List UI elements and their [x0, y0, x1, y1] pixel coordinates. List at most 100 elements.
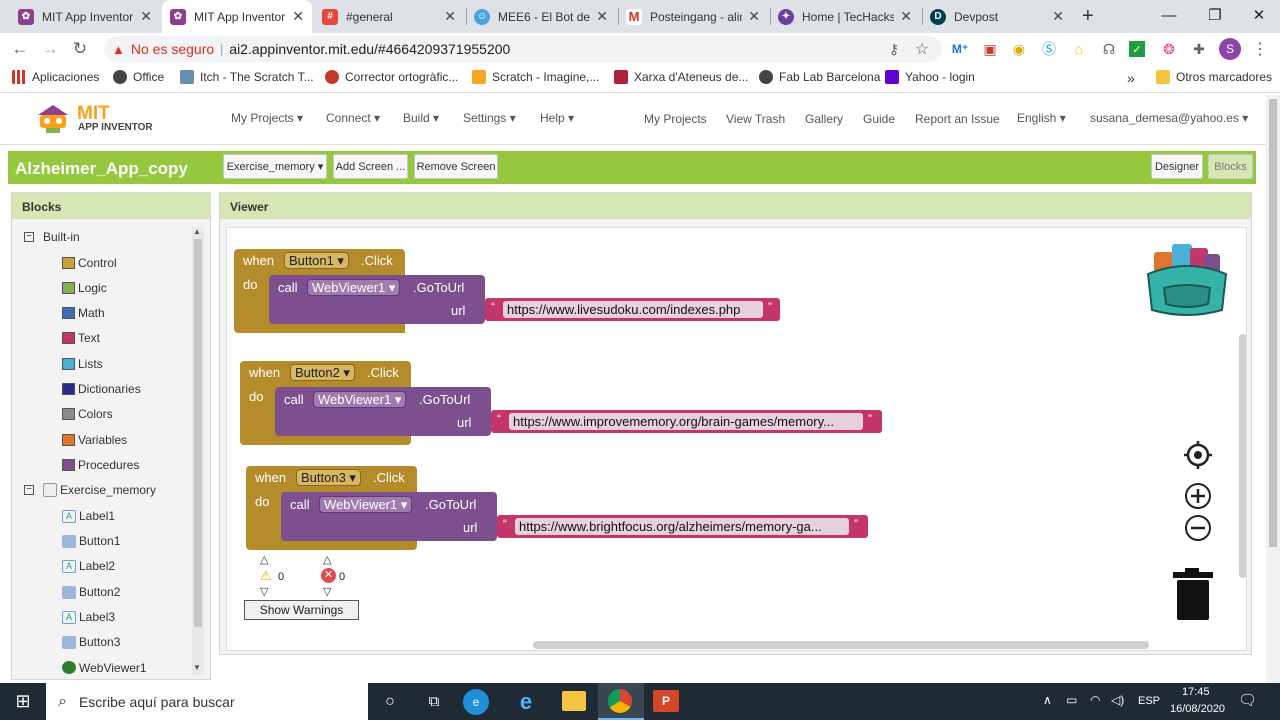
extension-icon[interactable]: ☊: [1099, 39, 1119, 59]
browser-tab[interactable]: # #general ✕: [314, 0, 464, 33]
more-bookmarks-chevron-icon[interactable]: »: [1127, 70, 1135, 86]
blocks-scrollbar[interactable]: ▲ ▼: [192, 227, 204, 675]
remove-screen-button[interactable]: Remove Screen: [414, 154, 498, 179]
drawer-lists[interactable]: Lists: [62, 357, 103, 371]
check-extension-icon[interactable]: ✓: [1129, 41, 1145, 57]
menu-build[interactable]: Build ▾: [403, 111, 439, 125]
forward-icon[interactable]: →: [40, 39, 60, 59]
component-webviewer1[interactable]: WebViewer1: [62, 661, 147, 675]
component-button1[interactable]: Button1: [62, 534, 120, 548]
bookmark-item[interactable]: Office: [113, 70, 164, 84]
scroll-up-icon[interactable]: ▲: [193, 227, 201, 236]
link-my-projects[interactable]: My Projects: [644, 112, 707, 126]
call-block-webviewer1-gotourl[interactable]: call WebViewer1 ▾ .GoToUrl url: [269, 275, 485, 324]
bookmark-item[interactable]: Corrector ortogràfic...: [325, 70, 458, 84]
link-gallery[interactable]: Gallery: [805, 112, 843, 126]
component-dropdown[interactable]: WebViewer1 ▾: [319, 496, 413, 513]
warnings-up-icon[interactable]: △: [260, 553, 268, 566]
close-tab-icon[interactable]: ✕: [900, 8, 912, 25]
drawer-colors[interactable]: Colors: [62, 407, 113, 421]
menu-connect[interactable]: Connect ▾: [326, 111, 380, 125]
bookmark-apps[interactable]: Aplicaciones: [12, 70, 99, 84]
text-string-block[interactable]: “ https://www.brightfocus.org/alzheimers…: [497, 515, 868, 538]
account-menu[interactable]: susana_demesa@yahoo.es ▾: [1090, 111, 1248, 125]
blocks-button[interactable]: Blocks: [1208, 154, 1253, 179]
security-label[interactable]: No es seguro: [131, 41, 214, 57]
extensions-puzzle-icon[interactable]: ✚: [1189, 39, 1209, 59]
component-dropdown[interactable]: WebViewer1 ▾: [307, 279, 401, 296]
language-select[interactable]: English ▾: [1017, 111, 1066, 125]
windows-start-icon[interactable]: ⊞: [0, 683, 46, 720]
collapse-icon[interactable]: −: [24, 485, 34, 495]
component-dropdown[interactable]: Button3 ▾: [296, 469, 361, 486]
drawer-variables[interactable]: Variables: [62, 433, 127, 447]
component-dropdown[interactable]: Button1 ▾: [284, 252, 349, 269]
browser-tab-active[interactable]: ✿ MIT App Inventor ✕: [162, 0, 312, 33]
browser-tab[interactable]: ✦ Home | TecHacks ✕: [770, 0, 920, 33]
drawer-math[interactable]: Math: [62, 306, 105, 320]
clock-time[interactable]: 17:45: [1182, 686, 1210, 698]
close-tab-icon[interactable]: ✕: [292, 8, 304, 25]
link-report-issue[interactable]: Report an Issue: [915, 112, 1000, 126]
blocks-workspace[interactable]: when Button1 ▾ .Click do call WebViewer1…: [226, 227, 1247, 651]
window-close-icon[interactable]: ✕: [1236, 0, 1280, 30]
url-text-field[interactable]: https://www.livesudoku.com/indexes.php: [503, 301, 763, 318]
bookmark-item[interactable]: Fab Lab Barcelona: [759, 70, 880, 84]
drawer-control[interactable]: Control: [62, 256, 117, 270]
component-label2[interactable]: A Label2: [62, 559, 115, 573]
close-tab-icon[interactable]: ✕: [444, 8, 456, 25]
link-guide[interactable]: Guide: [863, 112, 895, 126]
bookmark-item[interactable]: Xarxa d'Ateneus de...: [614, 70, 748, 84]
call-block-webviewer1-gotourl[interactable]: call WebViewer1 ▾ .GoToUrl url: [281, 492, 497, 541]
zoom-out-icon[interactable]: [1184, 514, 1212, 542]
component-button3[interactable]: Button3: [62, 635, 120, 649]
bookmark-item[interactable]: Scratch - Imagine,...: [472, 70, 599, 84]
cortana-icon[interactable]: ○: [372, 683, 408, 720]
menu-my-projects[interactable]: My Projects ▾: [231, 111, 303, 125]
menu-help[interactable]: Help ▾: [540, 111, 574, 125]
screen-select-dropdown[interactable]: Exercise_memory ▾: [223, 154, 327, 179]
battery-icon[interactable]: ▭: [1066, 693, 1077, 707]
close-tab-icon[interactable]: ✕: [1052, 8, 1064, 25]
workspace-horizontal-scrollbar[interactable]: [533, 641, 1149, 649]
component-dropdown[interactable]: WebViewer1 ▾: [313, 391, 407, 408]
bookmark-item[interactable]: Itch - The Scratch T...: [180, 70, 314, 84]
notifications-icon[interactable]: 🗨: [1238, 691, 1257, 709]
pdf-extension-icon[interactable]: ▣: [980, 39, 1000, 59]
collapse-icon[interactable]: −: [24, 232, 34, 242]
extension-icon[interactable]: ⌂: [1069, 39, 1089, 59]
edge-icon[interactable]: e: [463, 689, 489, 715]
clock-date[interactable]: 16/08/2020: [1170, 703, 1225, 715]
close-tab-icon[interactable]: ✕: [748, 8, 760, 25]
component-dropdown[interactable]: Button2 ▾: [290, 364, 355, 381]
workspace-vertical-scrollbar[interactable]: [1239, 334, 1246, 578]
show-warnings-button[interactable]: Show Warnings: [244, 600, 359, 620]
key-icon[interactable]: ⚷: [884, 39, 904, 59]
errors-down-icon[interactable]: ▽: [323, 585, 331, 598]
warnings-down-icon[interactable]: ▽: [260, 585, 268, 598]
url-text[interactable]: ai2.appinventor.mit.edu/#466420937195520…: [229, 41, 510, 57]
task-view-icon[interactable]: ⧉: [416, 683, 452, 720]
component-button2[interactable]: Button2: [62, 585, 120, 599]
new-tab-icon[interactable]: +: [1082, 5, 1094, 28]
address-bar[interactable]: ▲ No es seguro | ai2.appinventor.mit.edu…: [104, 36, 942, 62]
designer-button[interactable]: Designer: [1151, 154, 1203, 179]
add-screen-button[interactable]: Add Screen ...: [333, 154, 408, 179]
language-indicator[interactable]: ESP: [1138, 695, 1160, 707]
extension-icon[interactable]: M⁺: [950, 39, 970, 59]
drawer-text[interactable]: Text: [62, 331, 100, 345]
tray-chevron-icon[interactable]: ∧: [1043, 693, 1052, 707]
scrollbar-thumb[interactable]: [194, 239, 202, 627]
file-explorer-folder-icon[interactable]: [562, 691, 586, 711]
internet-explorer-icon[interactable]: e: [513, 689, 539, 715]
recenter-target-icon[interactable]: [1184, 441, 1212, 469]
reload-icon[interactable]: ↻: [70, 39, 90, 59]
app-inventor-logo-icon[interactable]: [34, 101, 72, 135]
close-tab-icon[interactable]: ✕: [140, 8, 152, 25]
link-view-trash[interactable]: View Trash: [726, 112, 785, 126]
tree-builtin[interactable]: − Built-in: [24, 230, 80, 244]
page-scrollbar[interactable]: [1266, 95, 1280, 683]
other-bookmarks[interactable]: Otros marcadores: [1156, 70, 1272, 84]
powerpoint-icon[interactable]: P: [653, 690, 679, 712]
text-string-block[interactable]: “ https://www.livesudoku.com/indexes.php…: [485, 298, 780, 321]
